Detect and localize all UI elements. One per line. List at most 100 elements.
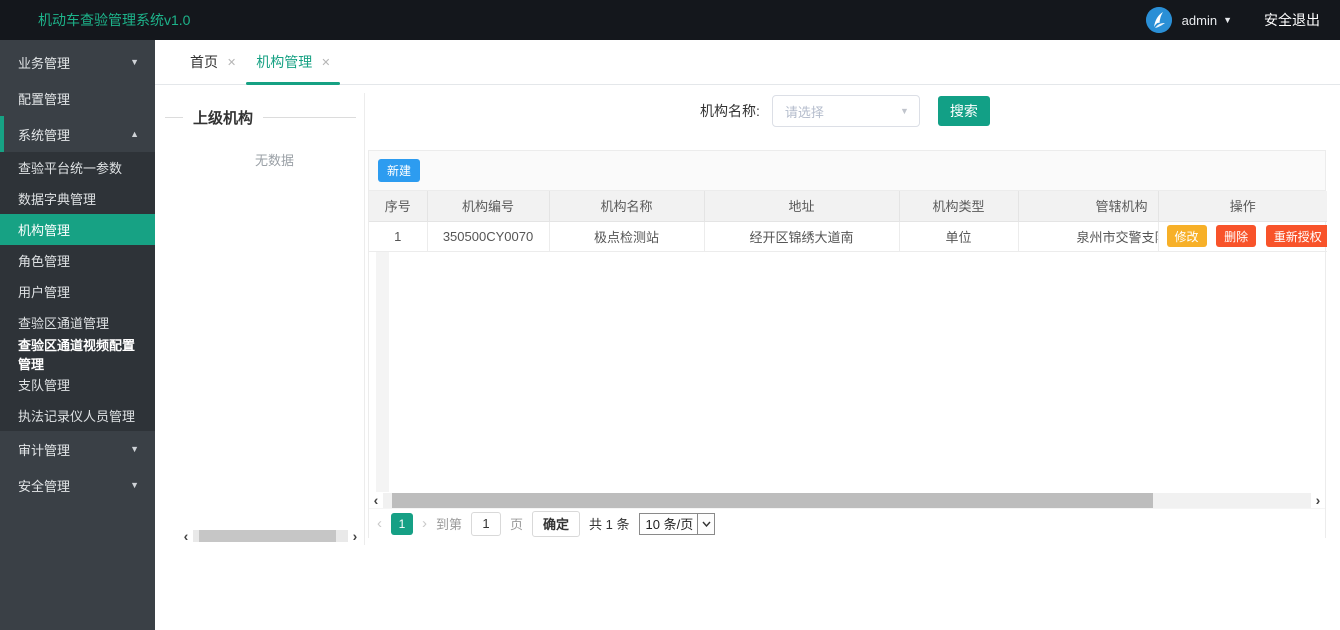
header-org-code: 机构编号 xyxy=(427,191,549,221)
create-button[interactable]: 新建 xyxy=(378,159,420,182)
header-address: 地址 xyxy=(704,191,899,221)
scroll-left-icon[interactable]: ‹ xyxy=(179,529,193,543)
scroll-right-icon[interactable]: › xyxy=(348,529,362,543)
cell-address: 经开区锦绣大道南 xyxy=(704,221,899,251)
org-name-label: 机构名称: xyxy=(700,101,760,121)
header-org-type: 机构类型 xyxy=(899,191,1018,221)
divider xyxy=(263,117,356,118)
panel-title-row: 上级机构 xyxy=(165,107,364,128)
avatar-logo-icon xyxy=(1146,7,1172,33)
sidebar-item-role-management[interactable]: 角色管理 xyxy=(0,245,155,276)
cell-org-code: 350500CY0070 xyxy=(427,221,549,251)
scrollbar-thumb[interactable] xyxy=(392,493,1153,508)
top-header-bar: 机动车查验管理系统v1.0 admin ▼ 安全退出 xyxy=(0,0,1340,40)
edit-button[interactable]: 修改 xyxy=(1167,225,1207,247)
app-title: 机动车查验管理系统v1.0 xyxy=(38,10,190,30)
chevron-down-icon: ▼ xyxy=(130,480,139,490)
tab-bar: 首页 ✕ 机构管理 ✕ xyxy=(155,40,1340,85)
close-icon[interactable]: ✕ xyxy=(321,56,330,69)
page-content: 机构名称: 请选择 ▼ 搜索 上级机构 无数据 ‹ xyxy=(155,85,1340,630)
chevron-down-icon: ▼ xyxy=(900,106,909,116)
chevron-down-icon xyxy=(697,514,714,534)
sidebar-item-config[interactable]: 配置管理 xyxy=(0,80,155,116)
org-table-panel: 新建 序号 机构编号 机构名称 地址 机构类型 管辖机构 xyxy=(368,150,1326,538)
confirm-button[interactable]: 确定 xyxy=(532,511,580,537)
vertical-scrollbar-track[interactable] xyxy=(376,252,389,493)
scroll-right-icon[interactable]: › xyxy=(1311,493,1325,507)
scrollbar-track[interactable] xyxy=(193,530,348,542)
sidebar-nav: 业务管理 ▼ 配置管理 系统管理 ▲ 查验平台统一参数 数据字典管理 机构管理 … xyxy=(0,40,155,630)
sidebar-item-audit[interactable]: 审计管理 ▼ xyxy=(0,431,155,467)
cell-actions: 修改 删除 重新授权 xyxy=(1158,221,1327,251)
close-icon[interactable]: ✕ xyxy=(227,56,236,69)
header-seq: 序号 xyxy=(369,191,427,221)
username-label[interactable]: admin xyxy=(1182,13,1217,28)
table-header-row: 序号 机构编号 机构名称 地址 机构类型 管辖机构 操作 xyxy=(369,191,1327,221)
table-toolbar: 新建 xyxy=(369,151,1325,191)
sidebar-item-business[interactable]: 业务管理 ▼ xyxy=(0,44,155,80)
next-page-button[interactable]: › xyxy=(422,514,427,534)
table-empty-area xyxy=(369,252,1325,493)
tab-home[interactable]: 首页 ✕ xyxy=(180,40,246,84)
header-authority: 管辖机构 xyxy=(1018,191,1158,221)
sidebar-item-channel-video-config[interactable]: 查验区通道视频配置管理 xyxy=(0,338,155,369)
user-avatar[interactable] xyxy=(1146,7,1172,33)
sidebar-item-label: 安全管理 xyxy=(18,476,70,495)
sidebar-item-system[interactable]: 系统管理 ▲ xyxy=(0,116,155,152)
empty-data-text: 无数据 xyxy=(255,150,364,169)
sidebar-item-label: 系统管理 xyxy=(18,125,70,144)
total-count-label: 共 1 条 xyxy=(589,514,629,533)
table-horizontal-scrollbar: ‹ › xyxy=(369,492,1325,508)
scrollbar-track[interactable] xyxy=(383,493,1311,508)
page-size-select[interactable]: 10 条/页 xyxy=(639,513,716,535)
sidebar-item-org-management[interactable]: 机构管理 xyxy=(0,214,155,245)
sidebar-item-recorder-personnel[interactable]: 执法记录仪人员管理 xyxy=(0,400,155,431)
header-user-area: admin ▼ 安全退出 xyxy=(1146,7,1320,33)
panel-title: 上级机构 xyxy=(183,107,263,128)
cell-authority: 泉州市交警支队 xyxy=(1018,221,1158,251)
search-button[interactable]: 搜索 xyxy=(938,96,990,126)
cell-org-name: 极点检测站 xyxy=(549,221,704,251)
parent-org-panel: 上级机构 无数据 ‹ › xyxy=(165,93,365,545)
app-window: 机动车查验管理系统v1.0 admin ▼ 安全退出 业务管理 ▼ 配置管理 系… xyxy=(0,0,1340,630)
reauthorize-button[interactable]: 重新授权 xyxy=(1266,225,1327,247)
page-unit-label: 页 xyxy=(510,514,523,533)
goto-page-input[interactable] xyxy=(471,512,501,536)
main-area: 首页 ✕ 机构管理 ✕ 机构名称: 请选择 ▼ 搜索 xyxy=(155,40,1340,630)
sidebar-item-detachment-management[interactable]: 支队管理 xyxy=(0,369,155,400)
sidebar-item-data-dictionary[interactable]: 数据字典管理 xyxy=(0,183,155,214)
sidebar-item-channel-management[interactable]: 查验区通道管理 xyxy=(0,307,155,338)
chevron-down-icon: ▼ xyxy=(130,57,139,67)
logout-button[interactable]: 安全退出 xyxy=(1264,10,1320,30)
scrollbar-thumb[interactable] xyxy=(199,530,335,542)
sidebar-item-label: 配置管理 xyxy=(18,89,70,108)
tree-horizontal-scrollbar: ‹ › xyxy=(179,529,362,543)
scroll-left-icon[interactable]: ‹ xyxy=(369,493,383,507)
org-name-select[interactable]: 请选择 ▼ xyxy=(772,95,920,127)
table-row: 1 350500CY0070 极点检测站 经开区锦绣大道南 单位 泉州市交警支队… xyxy=(369,221,1327,251)
sidebar-item-security[interactable]: 安全管理 ▼ xyxy=(0,467,155,503)
goto-label: 到第 xyxy=(436,514,462,533)
system-submenu: 查验平台统一参数 数据字典管理 机构管理 角色管理 用户管理 查验区通道管理 查… xyxy=(0,152,155,431)
header-actions: 操作 xyxy=(1158,191,1327,221)
tab-label: 首页 xyxy=(190,52,218,72)
cell-seq: 1 xyxy=(369,221,427,251)
tab-label: 机构管理 xyxy=(256,52,312,72)
select-placeholder: 请选择 xyxy=(785,102,824,121)
user-menu-chevron-down-icon[interactable]: ▼ xyxy=(1223,15,1232,25)
pagination-bar: ‹ 1 › 到第 页 确定 共 1 条 10 条/页 xyxy=(369,508,1325,538)
header-org-name: 机构名称 xyxy=(549,191,704,221)
current-page-button[interactable]: 1 xyxy=(391,513,413,535)
sidebar-item-label: 业务管理 xyxy=(18,53,70,72)
sidebar-item-user-management[interactable]: 用户管理 xyxy=(0,276,155,307)
prev-page-button[interactable]: ‹ xyxy=(377,514,382,534)
sidebar-item-platform-params[interactable]: 查验平台统一参数 xyxy=(0,152,155,183)
cell-org-type: 单位 xyxy=(899,221,1018,251)
org-table: 序号 机构编号 机构名称 地址 机构类型 管辖机构 操作 1 350500CY0 xyxy=(369,191,1327,252)
delete-button[interactable]: 删除 xyxy=(1216,225,1256,247)
divider xyxy=(165,117,183,118)
tab-org-management[interactable]: 机构管理 ✕ xyxy=(246,40,340,84)
page-size-value: 10 条/页 xyxy=(640,514,698,534)
chevron-down-icon: ▼ xyxy=(130,444,139,454)
search-form: 机构名称: 请选择 ▼ 搜索 xyxy=(700,95,990,127)
